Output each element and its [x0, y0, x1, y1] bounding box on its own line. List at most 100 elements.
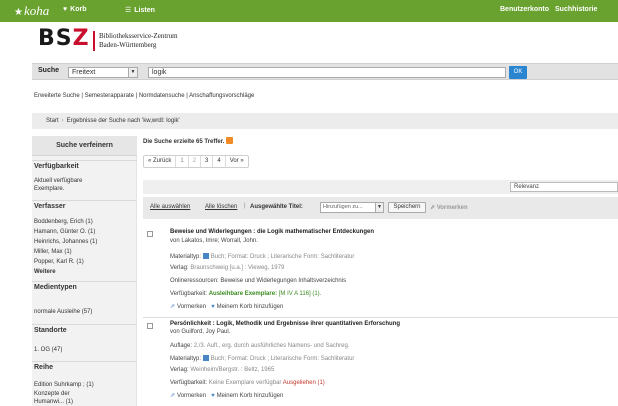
reserve-selected-label: Vormerken: [436, 205, 468, 211]
result-availability: Verfügbarkeit: Ausleihbare Exemplare: [M…: [170, 291, 321, 297]
facet-heading-locations: Standorte: [32, 324, 137, 338]
sort-select[interactable]: Relevanz: [510, 182, 618, 192]
reserve-link[interactable]: Vormerken: [177, 304, 206, 310]
facet-item[interactable]: Hamann, Günter O. (1): [34, 228, 95, 236]
bsz-logo[interactable]: BSZ: [38, 26, 90, 51]
edition-label: Auflage:: [170, 343, 193, 349]
add-to-cart-link[interactable]: Meinem Korb hinzufügen: [217, 304, 284, 310]
add-to-select-value: Hinzufügen zu...: [323, 204, 363, 210]
search-history-link[interactable]: Suchhistorie: [555, 6, 597, 13]
pager-page[interactable]: 4: [213, 156, 226, 167]
add-to-cart-link[interactable]: Meinem Korb hinzufügen: [217, 393, 284, 399]
institution-name-line1: Bibliotheksservice-Zentrum: [99, 32, 178, 40]
top-nav-bar: ★koha ♥ Korb ☰ Listen Benutzerkonto Suchhi…: [0, 0, 618, 22]
facet-heading-authors: Verfasser: [32, 200, 137, 214]
facet-item[interactable]: normale Ausleihe (57): [34, 308, 92, 316]
facet-item[interactable]: Miller, Max (1): [34, 248, 72, 256]
result-edition: Auflage: 2./3. Aufl., erg. durch ausführ…: [170, 343, 349, 349]
facet-item[interactable]: Edition Suhrkamp ; (1): [34, 381, 94, 389]
pager-prev[interactable]: « Zurück: [144, 156, 177, 167]
search-input[interactable]: logik: [148, 67, 506, 78]
clear-all-link[interactable]: Alle löschen: [205, 204, 237, 210]
sort-bar: Relevanz: [143, 180, 618, 194]
result-title[interactable]: Persönlichkeit : Logik, Methodik und Erg…: [170, 321, 400, 327]
availability-callnumber: [M IV A 116] (1).: [278, 291, 322, 297]
save-button[interactable]: Speichern: [388, 202, 426, 213]
facet-item[interactable]: Popper, Karl R. (1): [34, 258, 84, 266]
facet-heading-availability: Verfügbarkeit: [32, 160, 137, 174]
result-item: Beweise und Widerlegungen : die Logik ma…: [143, 228, 618, 318]
star-icon: ★: [14, 7, 23, 18]
pager-page[interactable]: 2: [189, 156, 202, 167]
facet-item[interactable]: Humanwi... (1): [34, 398, 73, 406]
material-type-label: Materialtyp:: [170, 254, 202, 260]
pager-page[interactable]: 3: [201, 156, 214, 167]
pagination: « Zurück 1 2 3 4 Vor »: [143, 155, 249, 168]
koha-logo-text: koha: [23, 3, 50, 18]
result-material-type: Materialtyp: Buch; Format: Druck ; Liter…: [170, 253, 354, 260]
facet-item[interactable]: Konzepte der: [34, 390, 70, 398]
facet-item[interactable]: Boddenberg, Erich (1): [34, 218, 93, 226]
result-divider: [143, 317, 618, 318]
result-title[interactable]: Beweise und Widerlegungen : die Logik ma…: [170, 229, 374, 235]
availability-label: Verfügbarkeit:: [170, 291, 208, 297]
breadcrumb-home[interactable]: Start: [46, 118, 59, 124]
cart-icon: ♥: [211, 304, 215, 310]
cart-label: Korb: [70, 6, 87, 13]
chevron-down-icon: ▼: [375, 203, 383, 212]
facet-item[interactable]: 1. OG (47): [34, 346, 62, 354]
facet-heading-media: Medientypen: [32, 281, 137, 295]
reserve-icon: ⇗: [170, 304, 176, 310]
pager-next[interactable]: Vor »: [226, 156, 248, 167]
search-scope-value: Freitext: [72, 69, 96, 76]
result-actions: ⇗ Vormerken ♥ Meinem Korb hinzufügen: [170, 303, 283, 310]
result-online-resources[interactable]: Onlineressourcen: Beweise und Widerlegun…: [170, 278, 346, 284]
koha-logo[interactable]: ★koha: [14, 3, 49, 19]
result-availability: Verfügbarkeit: Keine Exemplare verfügbar…: [170, 380, 325, 386]
publisher-label: Verlag:: [170, 367, 189, 373]
availability-status: Ausleihbare Exemplare:: [208, 291, 278, 297]
result-checkbox[interactable]: [147, 231, 153, 237]
bsz-logo-z: Z: [72, 26, 90, 51]
result-author[interactable]: von Guilford, Joy Paul.: [170, 329, 230, 335]
reserve-selected-button[interactable]: ⇗ Vormerken: [430, 204, 468, 211]
logo-divider: [93, 31, 95, 51]
material-type-label: Materialtyp:: [170, 356, 202, 362]
facet-item[interactable]: Aktuell verfügbare: [34, 177, 82, 185]
result-actions: ⇗ Vormerken ♥ Meinem Korb hinzufügen: [170, 392, 283, 399]
institution-name-line2: Baden-Württemberg: [99, 41, 157, 49]
material-type-value: Buch; Format: Druck ; Literarische Form:…: [210, 254, 355, 260]
search-label: Suche: [38, 67, 60, 74]
pager-page-current: 1: [176, 156, 189, 167]
result-checkbox[interactable]: [147, 323, 153, 329]
chevron-down-icon: ▼: [128, 68, 137, 77]
result-material-type: Materialtyp: Buch; Format: Druck ; Liter…: [170, 355, 354, 362]
institution-name: Bibliotheksservice-Zentrum Baden-Württem…: [99, 32, 178, 50]
search-scope-select[interactable]: Freitext ▼: [68, 67, 138, 78]
facet-item[interactable]: Exemplare.: [34, 185, 64, 193]
account-link[interactable]: Benutzerkonto: [500, 6, 549, 13]
cart-link[interactable]: ♥ Korb: [63, 6, 87, 13]
rss-icon[interactable]: [226, 137, 234, 144]
edition-value: 2./3. Aufl., erg. durch ausführliches Na…: [193, 343, 350, 349]
availability-status: Keine Exemplare verfügbar: [208, 380, 282, 386]
breadcrumb-current[interactable]: Ergebnisse der Suche nach 'kw,wrdl: logi…: [67, 118, 180, 124]
selected-titles-label: Ausgewählte Titel:: [250, 204, 303, 210]
select-all-link[interactable]: Alle auswählen: [150, 204, 190, 210]
availability-label: Verfügbarkeit:: [170, 380, 208, 386]
breadcrumb-separator: ›: [61, 118, 64, 124]
lists-link[interactable]: ☰ Listen: [125, 6, 155, 14]
facet-more-link[interactable]: Weitere: [34, 268, 56, 276]
reserve-icon: ⇗: [170, 393, 176, 399]
refine-sidebar: Suche verfeinern Verfügbarkeit Aktuell v…: [32, 136, 137, 406]
add-to-select[interactable]: Hinzufügen zu... ▼: [320, 202, 384, 213]
result-author[interactable]: von Lakatos, Imre; Worrall, John.: [170, 238, 258, 244]
toolbar-separator: |: [244, 203, 246, 209]
results-summary: Die Suche erzielte 65 Treffer.: [143, 137, 234, 145]
search-submit-button[interactable]: OK: [509, 66, 527, 79]
secondary-links[interactable]: Erweiterte Suche | Semesterapparate | No…: [34, 93, 254, 99]
reserve-link[interactable]: Vormerken: [177, 393, 206, 399]
breadcrumb: Start › Ergebnisse der Suche nach 'kw,wrdl…: [32, 113, 618, 129]
lists-label: Listen: [134, 7, 155, 14]
facet-item[interactable]: Heinrichs, Johannes (1): [34, 238, 97, 246]
